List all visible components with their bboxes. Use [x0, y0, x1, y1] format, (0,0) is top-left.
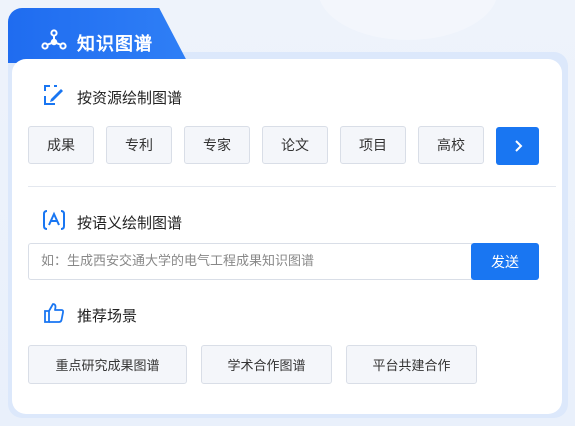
- resource-button-universities[interactable]: 高校: [418, 126, 484, 164]
- semantic-query-input[interactable]: [29, 244, 472, 279]
- semantic-input-wrapper: [28, 243, 472, 280]
- knowledge-graph-icon: [41, 29, 67, 50]
- resource-button-papers[interactable]: 论文: [262, 126, 328, 164]
- send-button[interactable]: 发送: [471, 243, 539, 280]
- background-decoration: [318, 0, 498, 40]
- chevron-right-icon: [514, 140, 522, 152]
- scene-button-key-research[interactable]: 重点研究成果图谱: [28, 345, 187, 384]
- text-a-icon: [43, 210, 65, 230]
- resource-section-title: 按资源绘制图谱: [77, 89, 183, 107]
- resource-button-experts[interactable]: 专家: [184, 126, 250, 164]
- resource-button-patents[interactable]: 专利: [106, 126, 172, 164]
- header-tab: 知识图谱: [8, 8, 188, 63]
- scene-button-platform-cooperation[interactable]: 平台共建合作: [346, 345, 477, 384]
- thumbs-up-icon: [44, 303, 64, 323]
- resource-next-button[interactable]: [496, 127, 539, 165]
- scene-button-academic-cooperation[interactable]: 学术合作图谱: [201, 345, 332, 384]
- resource-button-projects[interactable]: 项目: [340, 126, 406, 164]
- section-divider: [28, 186, 556, 187]
- resource-button-achievements[interactable]: 成果: [28, 126, 94, 164]
- edit-box-icon: [44, 85, 63, 105]
- scene-section-title: 推荐场景: [77, 307, 138, 325]
- semantic-section-title: 按语义绘制图谱: [77, 214, 183, 232]
- header-title: 知识图谱: [77, 34, 153, 55]
